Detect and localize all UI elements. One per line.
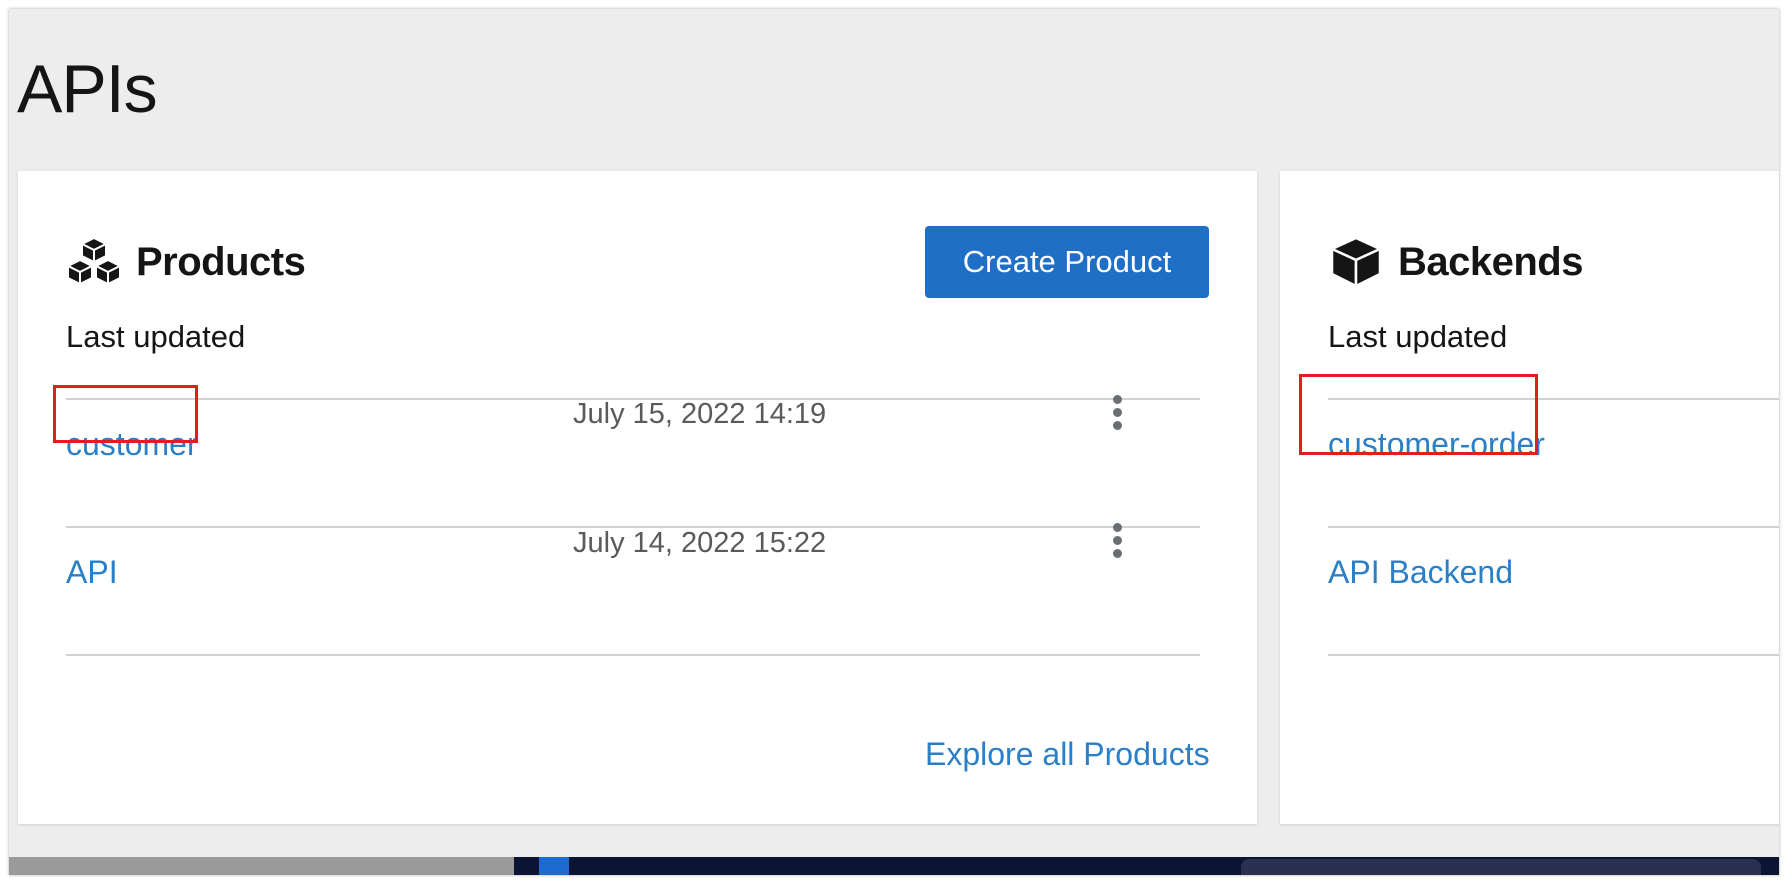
backends-card: Backends Last updated customer-order API… xyxy=(1280,171,1779,824)
products-header: Products xyxy=(66,236,306,288)
product-link-api[interactable]: API xyxy=(66,537,118,607)
backends-title: Backends xyxy=(1398,239,1583,284)
product-date: July 14, 2022 15:22 xyxy=(573,527,827,559)
products-title: Products xyxy=(136,239,306,284)
products-last-updated-label: Last updated xyxy=(66,319,246,354)
cubes-icon xyxy=(66,236,122,288)
cube-icon xyxy=(1328,236,1384,288)
backends-header: Backends xyxy=(1328,236,1583,288)
divider xyxy=(66,654,1200,656)
backend-link-api-backend[interactable]: API Backend xyxy=(1328,537,1513,607)
product-date: July 15, 2022 14:19 xyxy=(573,398,827,430)
taskbar xyxy=(9,857,1779,875)
explore-all-products-link[interactable]: Explore all Products xyxy=(925,736,1210,773)
divider xyxy=(1328,654,1779,656)
kebab-menu-icon[interactable] xyxy=(1107,523,1127,563)
divider xyxy=(1328,526,1779,528)
taskbar-dock xyxy=(1241,859,1761,875)
products-card: Products Create Product Last updated cus… xyxy=(18,171,1257,824)
backends-last-updated-label: Last updated xyxy=(1328,319,1508,354)
page-title: APIs xyxy=(17,51,158,127)
create-product-button[interactable]: Create Product xyxy=(925,226,1209,298)
highlight-box xyxy=(1299,374,1538,455)
app-window: APIs Products Create Product Last update… xyxy=(9,9,1779,875)
highlight-box xyxy=(53,385,198,443)
taskbar-accent xyxy=(539,857,569,875)
kebab-menu-icon[interactable] xyxy=(1107,395,1127,435)
